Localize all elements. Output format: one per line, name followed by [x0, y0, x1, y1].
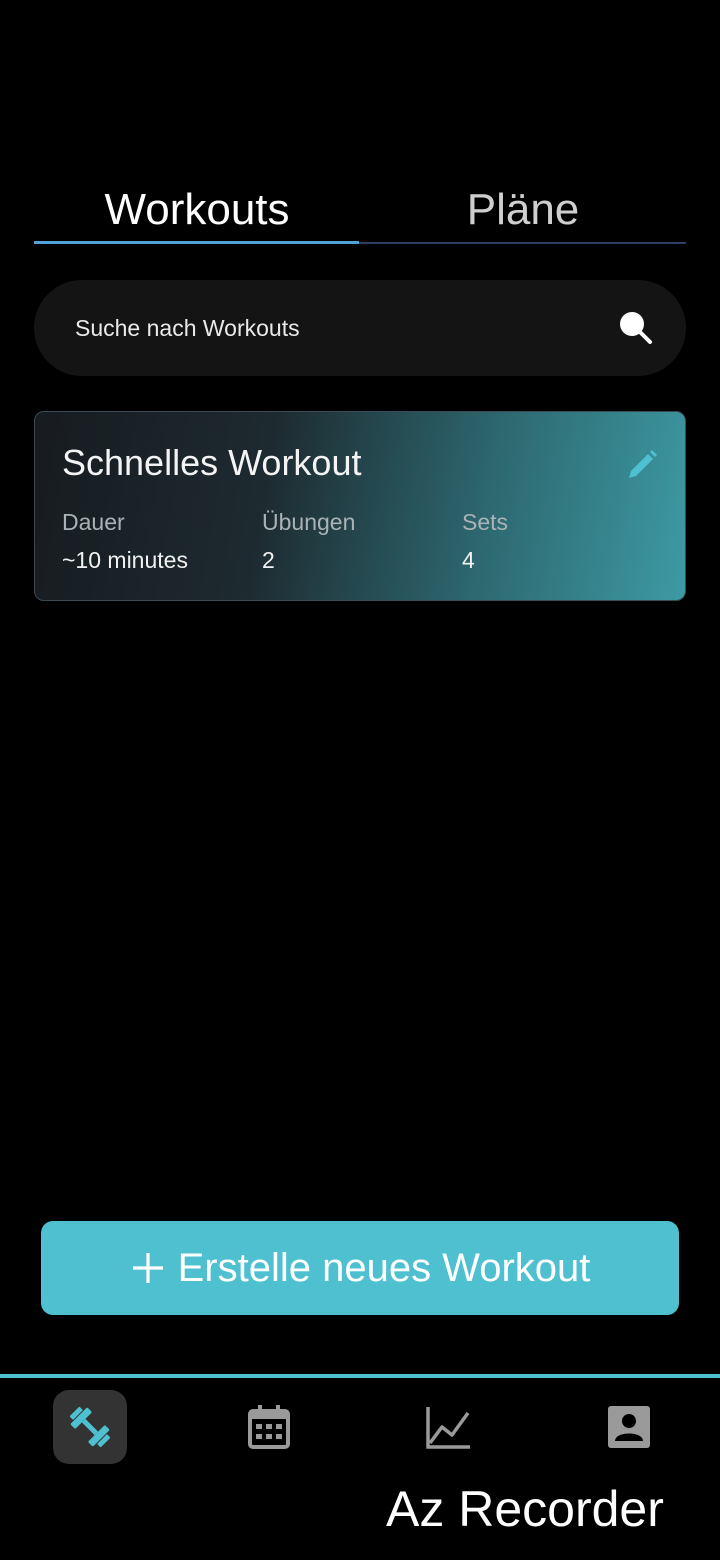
profile-icon	[608, 1406, 650, 1448]
create-workout-button[interactable]: Erstelle neues Workout	[41, 1221, 679, 1315]
nav-progress[interactable]	[411, 1390, 485, 1464]
stat-label: Übungen	[262, 509, 356, 535]
stat-value: 4	[462, 547, 475, 573]
bottom-navigation: Az Recorder	[0, 1374, 720, 1560]
stat-exercises: Übungen 2	[262, 508, 355, 574]
search-bar[interactable]: Suche nach Workouts	[34, 280, 686, 376]
stat-sets: Sets 4	[462, 508, 508, 574]
nav-calendar[interactable]	[232, 1390, 306, 1464]
calendar-icon	[248, 1405, 290, 1449]
tab-workouts[interactable]: Workouts	[34, 178, 360, 242]
stat-value: 2	[262, 547, 275, 573]
stat-label: Dauer	[62, 509, 125, 535]
nav-profile[interactable]	[592, 1390, 666, 1464]
recorder-watermark: Az Recorder	[386, 1481, 664, 1537]
dumbbell-icon	[69, 1406, 111, 1448]
stat-value: ~10 minutes	[62, 547, 188, 573]
nav-workouts[interactable]	[53, 1390, 127, 1464]
chart-icon	[426, 1407, 470, 1449]
search-icon[interactable]	[618, 310, 654, 346]
stat-duration: Dauer ~10 minutes	[62, 508, 188, 574]
search-input[interactable]: Suche nach Workouts	[75, 280, 300, 376]
bottom-nav-divider	[0, 1374, 720, 1378]
tab-plans[interactable]: Pläne	[360, 178, 686, 242]
pencil-icon[interactable]	[625, 448, 659, 482]
workout-card[interactable]: Schnelles Workout Dauer ~10 minutes Übun…	[34, 411, 686, 601]
create-workout-label: Erstelle neues Workout	[177, 1245, 591, 1290]
workout-title: Schnelles Workout	[62, 442, 362, 483]
tab-bar: Workouts Pläne	[34, 178, 686, 246]
active-tab-indicator	[34, 241, 359, 244]
stat-label: Sets	[462, 509, 509, 535]
plus-icon	[132, 1253, 163, 1283]
